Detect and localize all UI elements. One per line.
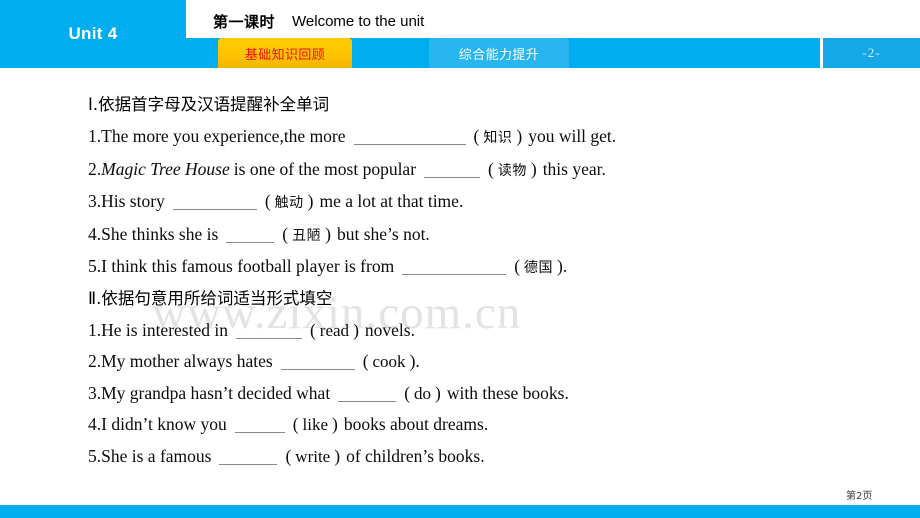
question-tail: me a lot at that time. (319, 191, 464, 211)
question-row: 5.She is a famous (write) of children’s bo… (88, 441, 920, 473)
answer-blank[interactable] (226, 227, 275, 243)
question-tail: novels. (364, 319, 415, 340)
answer-blank[interactable] (234, 417, 285, 433)
hint-open-paren: ( (514, 256, 521, 276)
answer-blank[interactable] (235, 323, 302, 339)
tab-strip: 基础知识回顾 综合能力提升 (186, 38, 820, 68)
question-number: 5. (88, 256, 102, 276)
hint-open-paren: ( (362, 351, 369, 371)
unit-badge-label: Unit 4 (68, 24, 118, 43)
hint-open-paren: ( (473, 126, 480, 146)
question-hint: 触动 (274, 195, 304, 211)
question-hint: read (319, 320, 350, 340)
question-prompt: I didn’t know you (101, 414, 227, 434)
question-row: 1.The more you experience,the more (知识) yo… (88, 121, 920, 154)
question-number: 5. (88, 445, 102, 466)
question-row: 4.She thinks she is (丑陋) but she’s not. (88, 219, 920, 252)
question-hint: 读物 (497, 162, 527, 179)
exercise-list: Ⅰ.依据首字母及汉语提醒补全单词 1.The more you experienc… (0, 68, 920, 472)
question-hint: 丑陋 (292, 227, 322, 244)
hint-close-paren: ) (332, 414, 338, 434)
answer-blank[interactable] (219, 449, 278, 465)
question-tail: books about dreams. (343, 414, 489, 434)
hint-open-paren: ( (285, 445, 292, 466)
question-prompt: She is a famous (101, 445, 212, 466)
question-row: 4.I didn’t know you (like) books about dre… (88, 409, 920, 441)
tab-basics-review[interactable]: 基础知识回顾 (218, 38, 352, 68)
question-number: 3. (88, 382, 102, 403)
question-prompt: I think this famous football player is f… (101, 256, 395, 276)
hint-open-paren: ( (404, 382, 411, 403)
hint-close-paren: ) (353, 319, 359, 340)
question-hint: 德国 (524, 260, 554, 276)
question-prompt: The more you experience,the more (101, 126, 346, 146)
question-number: 2. (88, 351, 102, 371)
question-prompt: He is interested in (101, 319, 228, 340)
lesson-title-chinese: 第一课时 (213, 12, 276, 31)
question-tail: but she’s not. (336, 223, 430, 244)
hint-close-paren: ) (530, 158, 537, 179)
unit-badge: Unit 4 (0, 0, 186, 68)
answer-blank[interactable] (280, 354, 355, 370)
hint-close-paren: ) (334, 445, 341, 466)
hint-close-paren: ) (325, 223, 331, 244)
question-number: 4. (88, 414, 102, 434)
hint-open-paren: ( (309, 319, 316, 340)
question-hint: do (414, 383, 432, 403)
hint-open-paren: ( (264, 191, 271, 211)
question-tail: of children’s books. (346, 445, 485, 466)
footer-accent-bar (0, 505, 920, 518)
section-heading-1: Ⅰ.依据首字母及汉语提醒补全单词 (88, 95, 330, 114)
hint-open-paren: ( (292, 414, 299, 434)
question-hint: cook (372, 352, 406, 371)
question-tail: . (415, 351, 420, 371)
hint-close-paren: ) (307, 191, 314, 211)
question-tail: with these books. (446, 382, 569, 403)
question-tail: you will get. (528, 126, 617, 146)
answer-blank[interactable] (338, 386, 397, 402)
lesson-title-english: Welcome to the unit (292, 12, 425, 30)
tab-ability-improve[interactable]: 综合能力提升 (429, 38, 569, 68)
section-heading-2: Ⅱ.依据句意用所给词适当形式填空 (88, 288, 333, 308)
question-row: 3.My grandpa hasn’t decided what (do) with… (88, 378, 920, 410)
question-prompt: My grandpa hasn’t decided what (101, 382, 331, 403)
page-number-chip: -2- (823, 38, 920, 68)
question-prompt: My mother always hates (101, 351, 273, 371)
question-prompt: His story (101, 191, 165, 211)
question-number: 2. (88, 158, 102, 179)
lesson-title: 第一课时 Welcome to the unit (213, 8, 424, 34)
question-prompt: is one of the most popular (233, 158, 417, 179)
question-italic-title: Magic Tree House (101, 158, 230, 179)
question-number: 3. (88, 191, 102, 211)
question-prompt: She thinks she is (101, 223, 219, 244)
footer-page-label: 第2页 (846, 491, 873, 502)
question-row: 1.He is interested in (read) novels. (88, 315, 920, 347)
question-tail: . (562, 256, 568, 276)
question-hint: write (295, 446, 331, 466)
slide-header: Unit 4 第一课时 Welcome to the unit 基础知识回顾 综… (0, 0, 920, 68)
hint-close-paren: ) (435, 382, 441, 403)
question-hint: like (302, 415, 329, 434)
tab-ability-improve-label: 综合能力提升 (458, 47, 540, 63)
question-row: 2.My mother always hates(cook). (88, 346, 920, 378)
question-number: 4. (88, 223, 102, 244)
question-row: 5.I think this famous football player is… (88, 251, 920, 284)
tab-basics-review-label: 基础知识回顾 (244, 47, 326, 63)
hint-open-paren: ( (488, 158, 494, 179)
page-number-chip-label: -2- (862, 45, 881, 60)
hint-open-paren: ( (282, 223, 289, 244)
answer-blank[interactable] (424, 162, 481, 178)
hint-close-paren: ) (516, 126, 523, 146)
answer-blank[interactable] (402, 259, 507, 275)
question-number: 1. (88, 126, 102, 146)
question-number: 1. (88, 319, 102, 340)
question-row: 2.Magic Tree House is one of the most pop… (88, 154, 920, 187)
question-hint: 知识 (483, 130, 513, 146)
slide-content: www.zixin.com.cn Ⅰ.依据首字母及汉语提醒补全单词 1.The m… (0, 68, 920, 480)
answer-blank[interactable] (172, 194, 257, 210)
question-tail: this year. (542, 158, 606, 179)
question-row: 3.His story (触动) me a lot at that time. (88, 186, 920, 219)
answer-blank[interactable] (353, 129, 466, 145)
